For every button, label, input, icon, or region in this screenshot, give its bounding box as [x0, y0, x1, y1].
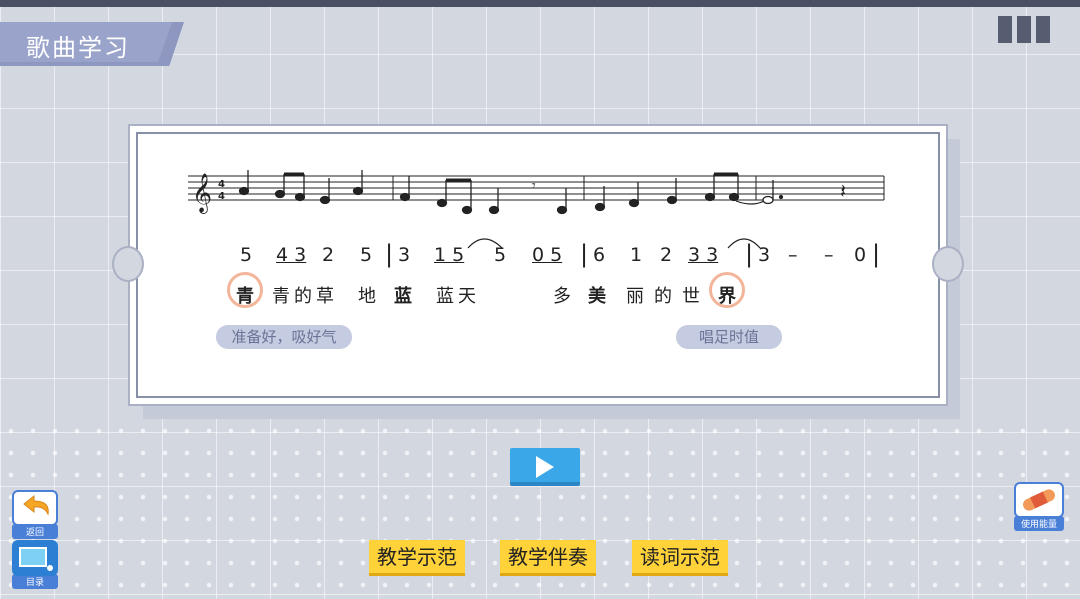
notation-note: 4 3: [276, 244, 307, 266]
treble-clef-icon: 𝄞: [192, 173, 212, 214]
notation-note: 3: [398, 244, 411, 266]
lyric-word: 美: [588, 286, 606, 307]
teaching-demo-button[interactable]: 教学示范: [369, 540, 465, 576]
back-button[interactable]: 返回: [12, 490, 58, 539]
lyric-word: 丽的世: [626, 286, 710, 307]
time-signature: 4: [218, 179, 225, 190]
lyric-word: 青的草: [272, 286, 338, 307]
lyric-word: 多: [553, 286, 571, 307]
catalog-label: 目录: [12, 574, 58, 589]
music-staff: 𝄞 4 4 𝄾 𝄽: [188, 170, 885, 215]
catalog-icon: [19, 547, 53, 571]
lyric-word: 界: [718, 286, 736, 307]
bar-line: |: [385, 240, 394, 268]
top-bar: [0, 0, 1080, 7]
lyric-word: 青: [236, 286, 254, 307]
svg-text:4: 4: [218, 191, 225, 202]
lyric-word: 地: [358, 286, 376, 307]
notation-note: 5: [360, 244, 373, 266]
quarter-rest-icon: 𝄽: [840, 179, 846, 203]
lyric-reading-button[interactable]: 读词示范: [632, 540, 728, 576]
eighth-rest-icon: 𝄾: [532, 178, 536, 194]
bar-line: |: [872, 240, 881, 268]
notation-note: –: [788, 244, 798, 266]
menu-bar-icon: [1036, 16, 1050, 43]
hold-tip: 唱足时值: [676, 325, 782, 349]
card-notch-left: [112, 246, 144, 282]
back-label: 返回: [12, 524, 58, 539]
lyric-word: 蓝天: [436, 286, 480, 307]
menu-bar-icon: [1017, 16, 1031, 43]
card-notch-right: [932, 246, 964, 282]
slur-marks: [467, 238, 761, 249]
use-energy-button[interactable]: 使用能量: [1014, 482, 1064, 531]
menu-bar-icon: [998, 16, 1012, 43]
notation-note: 0: [854, 244, 867, 266]
notation-note: 2: [322, 244, 335, 266]
breath-tip: 准备好，吸好气: [216, 325, 352, 349]
notation-note: –: [824, 244, 834, 266]
page-title: 歌曲学习: [26, 34, 130, 62]
play-button[interactable]: [510, 448, 580, 486]
back-arrow-icon: [23, 494, 49, 516]
lyric-word: 蓝: [394, 286, 412, 307]
notation-note: 5: [240, 244, 253, 266]
energy-bandage-icon: [1023, 489, 1055, 511]
catalog-button[interactable]: 目录: [12, 540, 58, 589]
teaching-accompaniment-button[interactable]: 教学伴奏: [500, 540, 596, 576]
menu-button[interactable]: [998, 16, 1050, 43]
